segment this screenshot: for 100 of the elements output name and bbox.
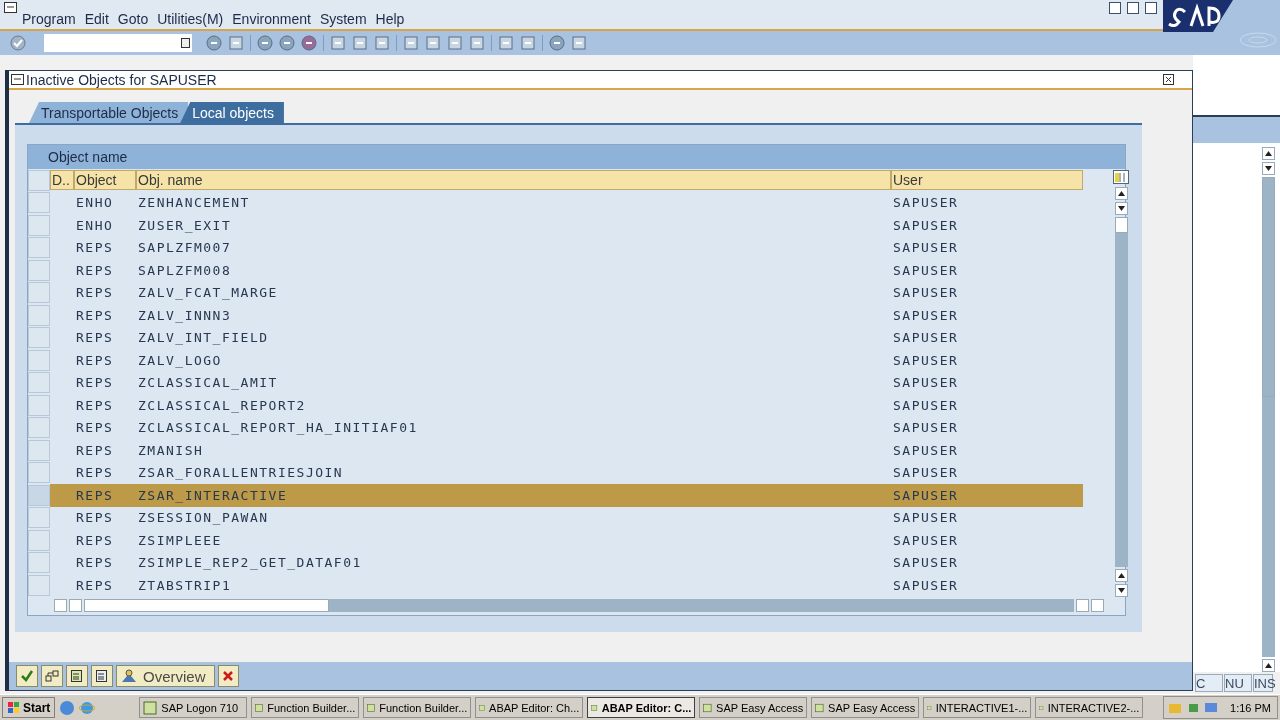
table-cell-text: SAPUSER [892, 555, 960, 571]
table-row[interactable]: REPS ZALV_FCAT_MARGE SAPUSER [50, 281, 1083, 304]
column-header[interactable]: D.. [50, 170, 74, 191]
table-cell-text: SAPUSER [892, 487, 960, 503]
tab[interactable]: Local objects [180, 102, 284, 123]
restore-button[interactable] [1127, 2, 1139, 14]
table-cell-text: SAPUSER [892, 397, 960, 413]
table-cell-text: SAPUSER [892, 217, 960, 233]
deselect-button[interactable] [91, 665, 113, 687]
table-row[interactable]: REPS ZSIMPLE_REP2_GET_DATAF01 SAPUSER [50, 551, 1083, 574]
table-cell-text: ZENHANCEMENT [137, 195, 251, 211]
scroll-up-button[interactable] [1114, 568, 1128, 582]
table-cell-text: SAPUSER [892, 195, 960, 211]
taskbar-button[interactable]: SAP Easy Access [699, 697, 808, 718]
table-cell-text: REPS [75, 577, 115, 593]
table-cell-text: REPS [75, 240, 115, 256]
table-row[interactable]: REPS ZCLASSICAL_REPORT_HA_INITIAF01 SAPUSER [50, 416, 1083, 439]
enter-icon[interactable] [10, 35, 26, 51]
dropdown-icon [181, 38, 190, 48]
taskbar-button[interactable]: INTERACTIVE2-... [1035, 697, 1144, 718]
table-cell-text: REPS [75, 307, 115, 323]
cancel-button[interactable] [217, 665, 239, 687]
table-row[interactable]: REPS SAPLZFM007 SAPUSER [50, 236, 1083, 259]
scrollbar-thumb[interactable] [1114, 217, 1128, 233]
column-header[interactable]: Object [74, 170, 136, 191]
table-row[interactable]: REPS ZCLASSICAL_REPORT2 SAPUSER [50, 394, 1083, 417]
table-cell-text: ZCLASSICAL_AMIT [137, 375, 279, 391]
close-icon [221, 670, 234, 682]
table-cell-text: SAPUSER [892, 352, 960, 368]
tab[interactable]: Transportable Objects [29, 102, 189, 123]
table-cell-text: REPS [75, 285, 115, 301]
close-button[interactable] [1145, 2, 1157, 14]
menu-icon[interactable] [4, 2, 17, 13]
scroll-down-button[interactable] [1114, 202, 1128, 215]
scroll-up-button[interactable] [1114, 187, 1128, 200]
scroll-right-button[interactable] [1091, 599, 1104, 612]
scroll-left-button[interactable] [54, 599, 67, 612]
table-row[interactable]: REPS ZSAR_FORALLENTRIESJOIN SAPUSER [50, 461, 1083, 484]
taskbar-button[interactable]: ABAP Editor: Ch... [475, 697, 584, 718]
check-icon [20, 669, 34, 683]
table-cell-text: SAPUSER [892, 307, 960, 323]
table-cell-text: SAPUSER [892, 465, 960, 481]
table-cell-text: ZSIMPLEEE [137, 532, 223, 548]
table-cell-text: ZSAR_FORALLENTRIESJOIN [137, 465, 345, 481]
taskbar-button[interactable]: ABAP Editor: C... [587, 697, 696, 718]
table-row[interactable]: ENHO ZUSER_EXIT SAPUSER [50, 214, 1083, 237]
table-cell-text: ENHO [75, 217, 115, 233]
table-row[interactable]: REPS ZCLASSICAL_AMIT SAPUSER [50, 371, 1083, 394]
table-row[interactable]: REPS ZALV_INT_FIELD SAPUSER [50, 326, 1083, 349]
table-cell-text: SAPLZFM007 [137, 240, 233, 256]
minimize-button[interactable] [1109, 2, 1121, 14]
command-field[interactable] [44, 34, 192, 52]
close-icon[interactable] [1163, 74, 1174, 85]
table-row[interactable]: REPS ZSESSION_PAWAN SAPUSER [50, 506, 1083, 529]
list-icon [95, 669, 109, 683]
scroll-down-button[interactable] [1261, 162, 1275, 175]
table-row[interactable]: REPS ZMANISH SAPUSER [50, 439, 1083, 462]
scroll-up-button[interactable] [1261, 147, 1275, 160]
table-cell-text: REPS [75, 442, 115, 458]
taskbar-button[interactable]: SAP Easy Access [811, 697, 920, 718]
table-row[interactable]: REPS ZSIMPLEEE SAPUSER [50, 529, 1083, 552]
table-cell-text: ZMANISH [137, 442, 205, 458]
table-row[interactable]: REPS SAPLZFM008 SAPUSER [50, 259, 1083, 282]
taskbar-button[interactable]: SAP Logon 710 [139, 697, 248, 718]
table-cell-text: REPS [75, 420, 115, 436]
scrollbar-thumb[interactable] [84, 599, 329, 612]
table-row[interactable]: REPS ZALV_INNN3 SAPUSER [50, 304, 1083, 327]
confirm-button[interactable] [16, 665, 38, 687]
taskbar-button[interactable]: Function Builder... [363, 697, 472, 718]
table-cell-text: REPS [75, 262, 115, 278]
table-row[interactable]: ENHO ZENHANCEMENT SAPUSER [50, 191, 1083, 214]
arrow-up-icon [1264, 663, 1272, 668]
table-row[interactable]: REPS ZSAR_INTERACTIVE SAPUSER [50, 484, 1083, 507]
taskbar-button[interactable]: Function Builder... [251, 697, 360, 718]
table-cell-text: REPS [75, 532, 115, 548]
table-cell-text: ZSAR_INTERACTIVE [137, 487, 289, 503]
table-cell-text: ZSESSION_PAWAN [137, 510, 270, 526]
taskbar-button[interactable]: INTERACTIVE1-... [923, 697, 1032, 718]
table-cell-text: SAPUSER [892, 577, 960, 593]
scrollbar-thumb[interactable] [1261, 177, 1275, 397]
overview-button[interactable]: Overview [116, 665, 215, 687]
column-header[interactable]: User [891, 170, 1083, 191]
scroll-up-button[interactable] [1261, 659, 1275, 672]
scroll-right-button[interactable] [69, 599, 82, 612]
scroll-down-button[interactable] [1114, 583, 1128, 597]
select-button[interactable] [66, 665, 88, 687]
table-row[interactable]: REPS ZALV_LOGO SAPUSER [50, 349, 1083, 372]
table-cell-text: REPS [75, 375, 115, 391]
status-field: INS [1253, 674, 1273, 692]
list-icon [70, 669, 84, 683]
start-button[interactable]: Start [2, 697, 56, 718]
hierarchy-button[interactable] [41, 665, 63, 687]
table-cell-text: ZTABSTRIP1 [137, 577, 233, 593]
hierarchy-icon [45, 669, 59, 683]
column-header[interactable]: Obj. name [136, 170, 891, 191]
menu-item[interactable]: Help [375, 11, 417, 29]
clock: 1:16 PM [1230, 701, 1271, 714]
table-cell-text: SAPUSER [892, 420, 960, 436]
table-row[interactable]: REPS ZTABSTRIP1 SAPUSER [50, 574, 1083, 597]
scroll-left-button[interactable] [1076, 599, 1089, 612]
